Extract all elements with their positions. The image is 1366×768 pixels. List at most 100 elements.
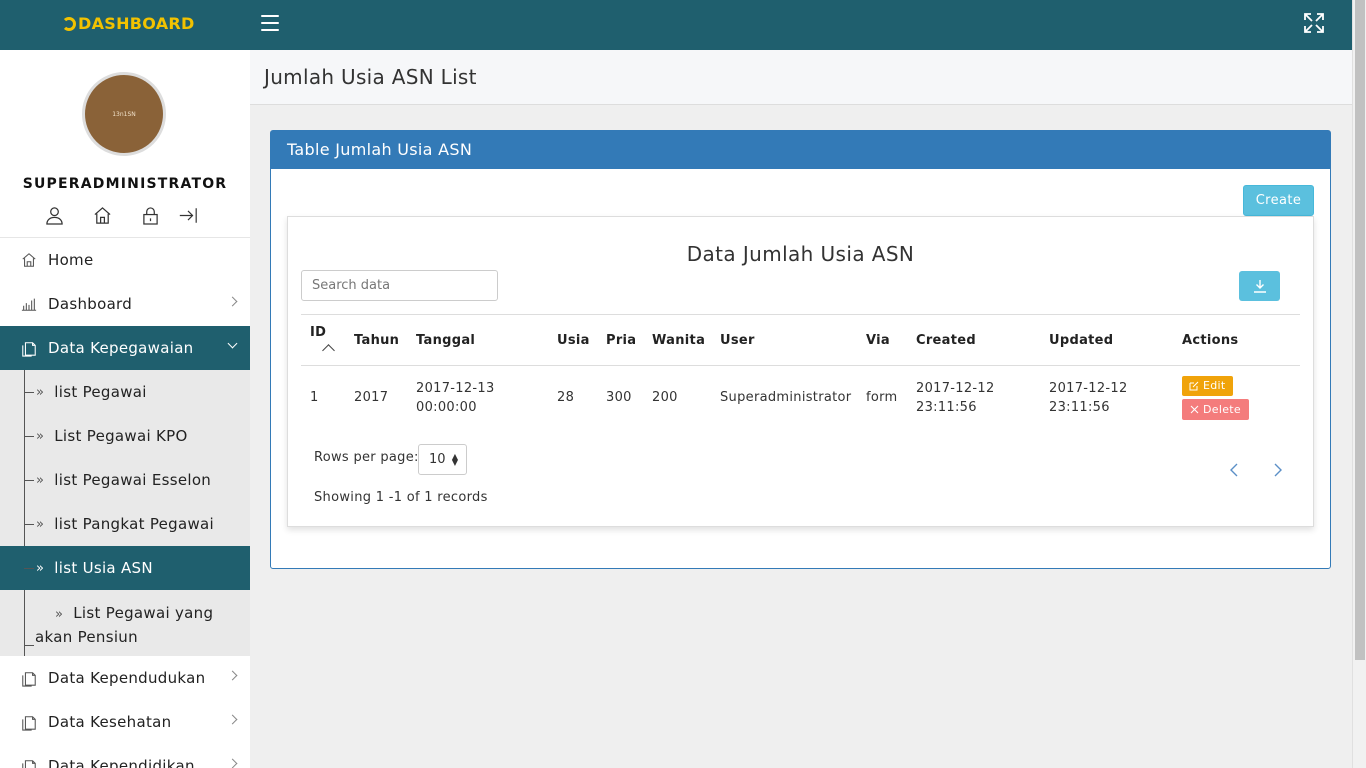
create-button[interactable]: Create (1243, 185, 1314, 216)
chevron-right-icon (227, 758, 238, 768)
column-header-via[interactable]: Via (857, 315, 907, 366)
main-content: Jumlah Usia ASN List Table Jumlah Usia A… (250, 50, 1352, 768)
sidebar: 13n1SN SUPERADMINISTRATOR Home Dashboard… (0, 50, 250, 768)
column-header-updated[interactable]: Updated (1040, 315, 1173, 366)
sidebar-item-label: Data Kependudukan (48, 669, 206, 687)
cell-tahun: 2017 (354, 390, 389, 406)
edit-icon (1189, 381, 1199, 391)
search-input[interactable]: Search data (301, 270, 498, 301)
panel-title: Table Jumlah Usia ASN (271, 131, 1330, 169)
brand-text: DASHBOARD (78, 14, 195, 33)
column-header-usia[interactable]: Usia (548, 315, 597, 366)
download-button[interactable] (1239, 271, 1280, 301)
double-arrow-icon: » (36, 472, 45, 488)
docs-icon (20, 670, 37, 687)
table-row: 1 2017 2017-12-13 00:00:00 28 300 200 Sup… (301, 366, 1300, 430)
profile-icons (42, 204, 200, 226)
submenu-kepegawaian: » list Pegawai » List Pegawai KPO » list… (0, 370, 250, 656)
sidebar-item-data-kependidikan[interactable]: Data Kependidikan (0, 744, 250, 768)
page-title: Jumlah Usia ASN List (264, 65, 477, 89)
column-header-id[interactable]: ID (301, 315, 345, 366)
column-header-pria[interactable]: Pria (597, 315, 643, 366)
lock-icon[interactable] (138, 204, 162, 226)
sidebar-item-dashboard[interactable]: Dashboard (0, 282, 250, 326)
sidebar-item-label: Data Kependidikan (48, 757, 195, 768)
docs-icon (20, 714, 37, 731)
sidebar-item-label: list Pangkat Pegawai (54, 515, 215, 533)
double-arrow-icon: » (36, 560, 45, 576)
prev-page-icon[interactable] (1229, 463, 1241, 477)
sidebar-item-label: list Pegawai Esselon (54, 471, 212, 489)
user-icon[interactable] (42, 204, 66, 226)
sidebar-item-list-pegawai-esselon[interactable]: » list Pegawai Esselon (0, 458, 250, 502)
data-card: Data Jumlah Usia ASN Search data ID Tahu… (287, 216, 1314, 527)
hamburger-icon[interactable] (261, 15, 279, 31)
column-header-tahun[interactable]: Tahun (345, 315, 407, 366)
cell-actions: Edit Delete (1173, 366, 1300, 430)
sidebar-item-label: list Pegawai (54, 383, 147, 401)
table-panel: Table Jumlah Usia ASN Create Data Jumlah… (270, 130, 1331, 569)
cell-id: 1 (310, 390, 319, 406)
profile-section: 13n1SN SUPERADMINISTRATOR (0, 50, 250, 238)
column-header-created[interactable]: Created (907, 315, 1040, 366)
sidebar-item-label: Home (48, 251, 94, 269)
cell-via: form (866, 390, 898, 406)
sidebar-item-data-kepegawaian[interactable]: Data Kepegawaian (0, 326, 250, 370)
rows-per-page-value: 10 (429, 452, 446, 467)
sidebar-item-home[interactable]: Home (0, 238, 250, 282)
cell-pria: 300 (606, 390, 632, 406)
rows-per-page-label: Rows per page: (314, 450, 419, 465)
sidebar-item-list-usia-asn[interactable]: » list Usia ASN (0, 546, 250, 590)
sidebar-item-label: list Usia ASN (54, 559, 153, 577)
cell-updated: 2017-12-12 23:11:56 (1049, 380, 1128, 415)
chevron-right-icon (227, 296, 238, 307)
sidebar-item-label: Data Kepegawaian (48, 339, 194, 357)
cell-wanita: 200 (652, 390, 678, 406)
sidebar-item-list-pangkat-pegawai[interactable]: » list Pangkat Pegawai (0, 502, 250, 546)
page-header: Jumlah Usia ASN List (250, 50, 1352, 105)
double-arrow-icon: » (36, 428, 45, 444)
next-page-icon[interactable] (1271, 463, 1283, 477)
column-header-tanggal[interactable]: Tanggal (407, 315, 548, 366)
column-header-actions: Actions (1182, 332, 1239, 348)
scrollbar-thumb[interactable] (1355, 0, 1365, 660)
expand-icon[interactable] (1303, 12, 1325, 34)
column-header-user[interactable]: User (711, 315, 857, 366)
home-icon (20, 252, 37, 269)
chart-icon (20, 296, 37, 313)
sidebar-item-data-kesehatan[interactable]: Data Kesehatan (0, 700, 250, 744)
avatar: 13n1SN (82, 72, 166, 156)
chevron-down-icon (227, 338, 238, 349)
column-header-wanita[interactable]: Wanita (643, 315, 711, 366)
cell-usia: 28 (557, 390, 575, 406)
sidebar-item-data-kependudukan[interactable]: Data Kependudukan (0, 656, 250, 700)
double-arrow-icon: » (36, 384, 45, 400)
close-icon (1190, 405, 1199, 414)
rows-per-page-select[interactable]: 10 ▲ ▼ (418, 444, 467, 475)
sidebar-item-list-pegawai-kpo[interactable]: » List Pegawai KPO (0, 414, 250, 458)
chevron-right-icon (227, 670, 238, 681)
double-arrow-icon: » (36, 516, 45, 532)
page-scrollbar[interactable] (1352, 0, 1366, 768)
sidebar-item-label: Dashboard (48, 295, 133, 313)
home-icon[interactable] (90, 204, 114, 226)
records-summary: Showing 1 -1 of 1 records (314, 490, 488, 505)
cell-tanggal: 2017-12-13 00:00:00 (416, 380, 495, 415)
chevron-right-icon (227, 714, 238, 725)
cell-created: 2017-12-12 23:11:56 (916, 380, 995, 415)
username: SUPERADMINISTRATOR (22, 176, 228, 192)
sort-up-icon (322, 344, 335, 357)
brand-icon (62, 16, 76, 31)
delete-button[interactable]: Delete (1182, 398, 1249, 420)
top-bar: DASHBOARD (0, 0, 1352, 50)
docs-icon (20, 340, 37, 357)
docs-icon (20, 758, 37, 768)
data-table: ID Tahun Tanggal Usia Pria Wanita User V… (301, 314, 1300, 430)
sidebar-item-list-pegawai-pensiun[interactable]: » List Pegawai yang akan Pensiun (0, 590, 250, 656)
sidebar-item-label: Data Kesehatan (48, 713, 172, 731)
edit-button[interactable]: Edit (1182, 375, 1233, 396)
sidebar-item-list-pegawai[interactable]: » list Pegawai (0, 370, 250, 414)
sidebar-item-label: » List Pegawai yang akan Pensiun (35, 604, 214, 646)
brand-logo[interactable]: DASHBOARD (62, 14, 195, 33)
logout-icon[interactable] (176, 204, 200, 226)
